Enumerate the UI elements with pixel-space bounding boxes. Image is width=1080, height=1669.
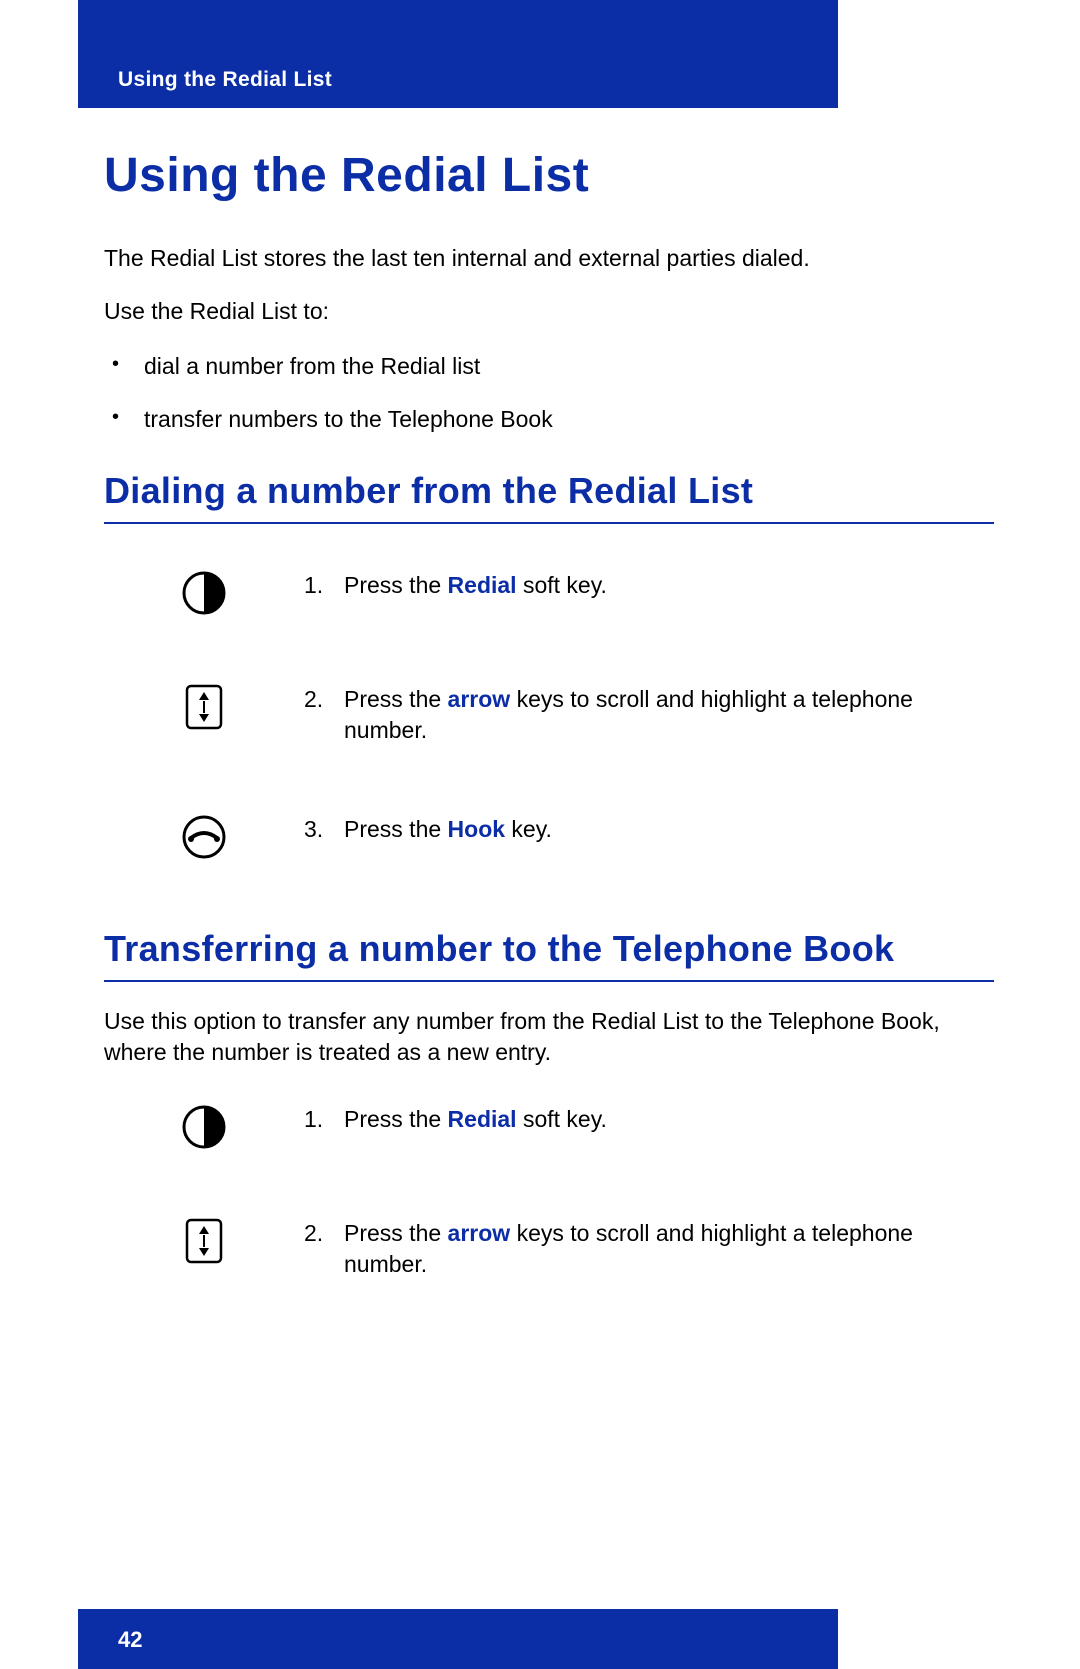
step-text: 2. Press the arrow keys to scroll and hi… [304, 684, 994, 746]
steps-list: 1. Press the Redial soft key. 2 [104, 570, 994, 860]
step-text: 1. Press the Redial soft key. [304, 1104, 994, 1135]
running-header: Using the Redial List [118, 68, 332, 92]
step-text: 3. Press the Hook key. [304, 814, 994, 845]
keyword-arrow: arrow [448, 686, 511, 712]
text-run: Press the [344, 686, 448, 712]
step-icon-cell [104, 1104, 304, 1150]
section-heading-dialing: Dialing a number from the Redial List [104, 470, 994, 524]
header-band: Using the Redial List [78, 0, 838, 108]
step-body: Press the Redial soft key. [344, 1104, 994, 1135]
section2-intro: Use this option to transfer any number f… [104, 1006, 994, 1068]
step-icon-cell [104, 684, 304, 730]
step-text: 2. Press the arrow keys to scroll and hi… [304, 1218, 994, 1280]
softkey-icon [181, 570, 227, 616]
softkey-icon [181, 1104, 227, 1150]
step-body: Press the Redial soft key. [344, 570, 994, 601]
step-row: 2. Press the arrow keys to scroll and hi… [104, 1218, 994, 1280]
arrow-key-icon [185, 1218, 223, 1264]
keyword-arrow: arrow [448, 1220, 511, 1246]
keyword-redial: Redial [448, 1106, 517, 1132]
footer-band: 42 [78, 1609, 838, 1669]
step-body: Press the arrow keys to scroll and highl… [344, 1218, 994, 1280]
step-row: 2. Press the arrow keys to scroll and hi… [104, 684, 994, 746]
step-text: 1. Press the Redial soft key. [304, 570, 994, 601]
section-heading-transferring: Transferring a number to the Telephone B… [104, 928, 994, 982]
step-body: Press the Hook key. [344, 814, 994, 845]
bullet-item: transfer numbers to the Telephone Book [104, 402, 994, 437]
page-title: Using the Redial List [104, 148, 994, 203]
step-icon-cell [104, 814, 304, 860]
step-number: 1. [304, 570, 344, 601]
intro-paragraph-2: Use the Redial List to: [104, 296, 994, 327]
page-number: 42 [118, 1627, 142, 1653]
bullet-item: dial a number from the Redial list [104, 349, 994, 384]
hook-key-icon [181, 814, 227, 860]
text-run: Press the [344, 572, 448, 598]
text-run: Press the [344, 1106, 448, 1132]
text-run: soft key. [517, 1106, 607, 1132]
step-row: 3. Press the Hook key. [104, 814, 994, 860]
arrow-key-icon [185, 684, 223, 730]
intro-paragraph-1: The Redial List stores the last ten inte… [104, 243, 994, 274]
text-run: key. [505, 816, 552, 842]
step-icon-cell [104, 570, 304, 616]
keyword-hook: Hook [448, 816, 506, 842]
step-number: 2. [304, 684, 344, 746]
text-run: Press the [344, 1220, 448, 1246]
step-row: 1. Press the Redial soft key. [104, 570, 994, 616]
intro-bullet-list: dial a number from the Redial list trans… [104, 349, 994, 436]
document-page: Using the Redial List Using the Redial L… [0, 0, 1080, 1669]
step-icon-cell [104, 1218, 304, 1264]
keyword-redial: Redial [448, 572, 517, 598]
step-number: 3. [304, 814, 344, 845]
step-number: 1. [304, 1104, 344, 1135]
steps-list: 1. Press the Redial soft key. 2 [104, 1104, 994, 1280]
text-run: soft key. [517, 572, 607, 598]
step-number: 2. [304, 1218, 344, 1280]
content-area: Using the Redial List The Redial List st… [104, 130, 994, 1348]
text-run: Press the [344, 816, 448, 842]
step-body: Press the arrow keys to scroll and highl… [344, 684, 994, 746]
step-row: 1. Press the Redial soft key. [104, 1104, 994, 1150]
